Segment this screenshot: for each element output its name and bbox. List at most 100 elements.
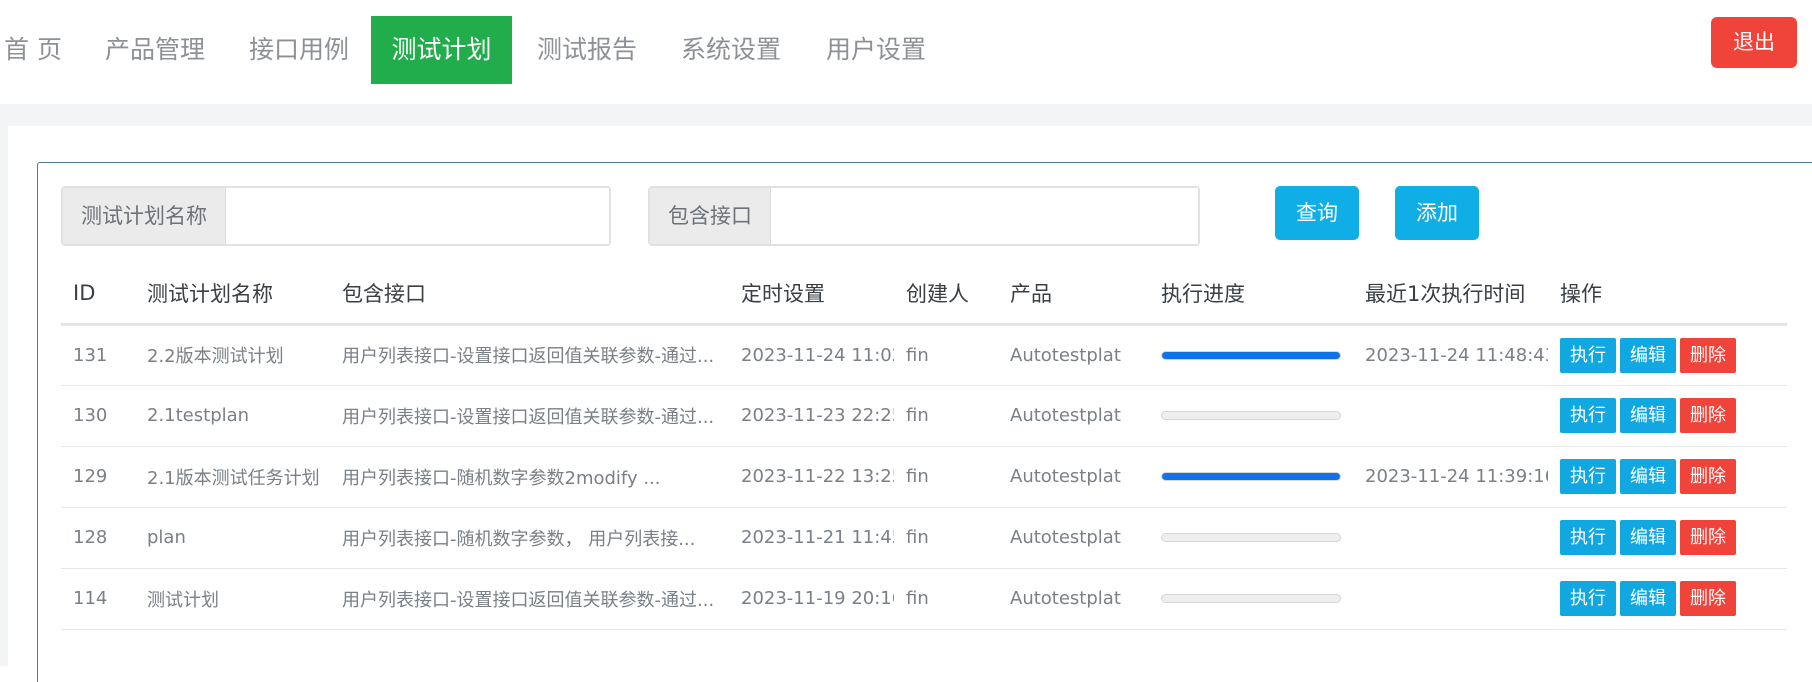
cell-last-run: 2023-11-24 11:48:43: [1353, 324, 1548, 386]
delete-button[interactable]: 删除: [1680, 398, 1736, 433]
cell-progress: [1149, 324, 1353, 386]
cell-progress: [1149, 507, 1353, 569]
cell-last-run: [1353, 568, 1548, 630]
column-header-plan-name: 测试计划名称: [135, 264, 330, 326]
run-button[interactable]: 执行: [1560, 398, 1616, 433]
logout-button[interactable]: 退出: [1711, 17, 1797, 68]
progress-fill: [1162, 473, 1340, 480]
interface-search-group: 包含接口: [648, 186, 1200, 246]
column-header-progress: 执行进度: [1149, 264, 1353, 326]
nav-item-user-settings[interactable]: 用户设置: [826, 16, 926, 84]
table-row: 130 2.1testplan 用户列表接口-设置接口返回值关联参数-通过...…: [61, 385, 1787, 447]
cell-creator: fin: [894, 446, 998, 508]
edit-button[interactable]: 编辑: [1620, 581, 1676, 616]
cell-schedule: 2023-11-22 13:25: [729, 446, 894, 508]
cell-schedule: 2023-11-23 22:25: [729, 385, 894, 447]
column-header-actions: 操作: [1548, 264, 1787, 326]
table-row: 128 plan 用户列表接口-随机数字参数， 用户列表接... 2023-11…: [61, 507, 1787, 569]
cell-schedule: 2023-11-19 20:16: [729, 568, 894, 630]
run-button[interactable]: 执行: [1560, 581, 1616, 616]
progress-bar: [1161, 472, 1341, 481]
cell-interfaces: 用户列表接口-设置接口返回值关联参数-通过...: [330, 385, 729, 447]
cell-id: 128: [61, 507, 135, 569]
cell-creator: fin: [894, 568, 998, 630]
run-button[interactable]: 执行: [1560, 520, 1616, 555]
edit-button[interactable]: 编辑: [1620, 337, 1676, 373]
cell-last-run: 2023-11-24 11:39:16: [1353, 446, 1548, 508]
column-header-last-run: 最近1次执行时间: [1353, 264, 1548, 326]
test-plan-table: ID 测试计划名称 包含接口 定时设置 创建人 产品 执行进度 最近1次执行时间…: [61, 264, 1787, 630]
cell-last-run: [1353, 385, 1548, 447]
cell-product: Autotestplat: [998, 568, 1149, 630]
cell-id: 129: [61, 446, 135, 508]
nav-item-interface-cases[interactable]: 接口用例: [249, 16, 349, 84]
cell-interfaces: 用户列表接口-设置接口返回值关联参数-通过...: [330, 568, 729, 630]
query-button[interactable]: 查询: [1275, 186, 1359, 240]
cell-progress: [1149, 446, 1353, 508]
cell-actions: 执行 编辑 删除: [1548, 446, 1787, 508]
add-button[interactable]: 添加: [1395, 186, 1479, 240]
plan-name-label: 测试计划名称: [63, 188, 226, 244]
edit-button[interactable]: 编辑: [1620, 459, 1676, 494]
progress-bar: [1161, 411, 1341, 420]
column-header-creator: 创建人: [894, 264, 998, 326]
cell-creator: fin: [894, 385, 998, 447]
delete-button[interactable]: 删除: [1680, 337, 1736, 373]
table-row: 114 测试计划 用户列表接口-设置接口返回值关联参数-通过... 2023-1…: [61, 568, 1787, 630]
progress-bar: [1161, 350, 1341, 360]
nav-item-home[interactable]: 首 页: [4, 16, 62, 84]
cell-actions: 执行 编辑 删除: [1548, 507, 1787, 569]
cell-id: 130: [61, 385, 135, 447]
cell-product: Autotestplat: [998, 385, 1149, 447]
cell-plan-name: plan: [135, 507, 330, 569]
column-header-schedule: 定时设置: [729, 264, 894, 326]
column-header-interfaces: 包含接口: [330, 264, 729, 326]
cell-progress: [1149, 385, 1353, 447]
plan-name-search-group: 测试计划名称: [61, 186, 611, 246]
table-row: 131 2.2版本测试计划 用户列表接口-设置接口返回值关联参数-通过... 2…: [61, 324, 1787, 386]
cell-creator: fin: [894, 507, 998, 569]
cell-schedule: 2023-11-24 11:02: [729, 324, 894, 386]
nav-item-test-plan[interactable]: 测试计划: [371, 16, 512, 84]
table-row: 129 2.1版本测试任务计划 用户列表接口-随机数字参数2modify ...…: [61, 446, 1787, 508]
run-button[interactable]: 执行: [1560, 459, 1616, 494]
delete-button[interactable]: 删除: [1680, 459, 1736, 494]
table-header-row: ID 测试计划名称 包含接口 定时设置 创建人 产品 执行进度 最近1次执行时间…: [61, 264, 1787, 326]
nav-item-system-settings[interactable]: 系统设置: [681, 16, 781, 84]
delete-button[interactable]: 删除: [1680, 520, 1736, 555]
progress-fill: [1162, 351, 1340, 359]
cell-plan-name: 2.1版本测试任务计划: [135, 446, 330, 508]
cell-interfaces: 用户列表接口-随机数字参数2modify ...: [330, 446, 729, 508]
nav-item-product-management[interactable]: 产品管理: [105, 16, 205, 84]
progress-bar: [1161, 533, 1341, 542]
cell-plan-name: 2.2版本测试计划: [135, 324, 330, 386]
cell-product: Autotestplat: [998, 446, 1149, 508]
edit-button[interactable]: 编辑: [1620, 520, 1676, 555]
cell-plan-name: 2.1testplan: [135, 385, 330, 447]
progress-bar: [1161, 594, 1341, 603]
cell-interfaces: 用户列表接口-随机数字参数， 用户列表接...: [330, 507, 729, 569]
cell-creator: fin: [894, 324, 998, 386]
column-header-product: 产品: [998, 264, 1149, 326]
run-button[interactable]: 执行: [1560, 337, 1616, 373]
edit-button[interactable]: 编辑: [1620, 398, 1676, 433]
cell-last-run: [1353, 507, 1548, 569]
column-header-id: ID: [61, 264, 135, 326]
interface-input[interactable]: [771, 188, 1198, 244]
cell-actions: 执行 编辑 删除: [1548, 568, 1787, 630]
plan-name-input[interactable]: [226, 188, 609, 244]
interface-label: 包含接口: [650, 188, 771, 244]
cell-id: 114: [61, 568, 135, 630]
cell-actions: 执行 编辑 删除: [1548, 324, 1787, 386]
cell-plan-name: 测试计划: [135, 568, 330, 630]
cell-id: 131: [61, 324, 135, 386]
cell-schedule: 2023-11-21 11:45: [729, 507, 894, 569]
cell-actions: 执行 编辑 删除: [1548, 385, 1787, 447]
nav-item-test-report[interactable]: 测试报告: [537, 16, 637, 84]
cell-product: Autotestplat: [998, 324, 1149, 386]
cell-product: Autotestplat: [998, 507, 1149, 569]
cell-interfaces: 用户列表接口-设置接口返回值关联参数-通过...: [330, 324, 729, 386]
delete-button[interactable]: 删除: [1680, 581, 1736, 616]
top-navigation-bar: 首 页 产品管理 接口用例 测试计划 测试报告 系统设置 用户设置 退出: [0, 0, 1812, 104]
cell-progress: [1149, 568, 1353, 630]
